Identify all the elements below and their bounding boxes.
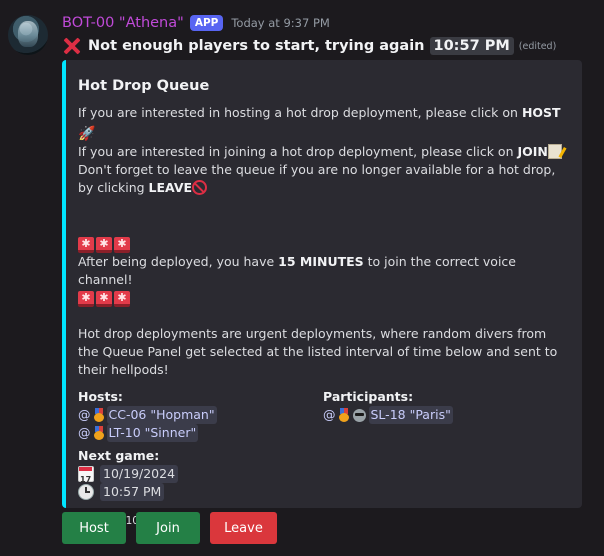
medal-icon [338,408,350,422]
message-timestamp[interactable]: Today at 9:37 PM [231,16,329,30]
deploy-text-prefix: After being deployed, you have [78,254,279,269]
rocket-icon: 🚀 [78,126,96,142]
medal-icon [93,408,105,422]
edited-label: (edited) [518,40,557,52]
siren-icon [114,235,130,253]
memo-icon [547,144,562,159]
host-button[interactable]: Host [62,512,126,544]
clock-icon [78,484,94,500]
deploy-duration: 15 MINUTES [278,254,364,269]
leave-button[interactable]: Leave [210,512,277,544]
host-keyword: HOST [521,105,561,120]
deploy-warning: After being deployed, you have 15 MINUTE… [78,253,568,289]
status-text: Not enough players to start, trying agai… [88,38,425,54]
host-instruction-text: If you are interested in hosting a hot d… [78,105,522,120]
host-mention[interactable]: LT-10 "Sinner" [106,424,199,442]
participant-mention[interactable]: SL-18 "Paris" [368,406,453,424]
siren-icon [78,235,94,253]
siren-icon [78,289,94,307]
siren-icon [96,289,112,307]
no-entry-icon [192,180,208,195]
urgent-description: Hot drop deployments are urgent deployme… [78,326,558,377]
hosts-field: Hosts: @ CC-06 "Hopman" @ LT-10 "Sinner" [78,389,323,442]
host-entry[interactable]: @ LT-10 "Sinner" [78,424,323,442]
helmet-face-icon [352,408,366,422]
status-time[interactable]: 10:57 PM [429,37,514,55]
mention-at: @ [323,407,336,422]
siren-icon [96,235,112,253]
participant-entry[interactable]: @ SL-18 "Paris" [323,406,568,424]
embed-title: Hot Drop Queue [78,78,210,94]
host-entry[interactable]: @ CC-06 "Hopman" [78,406,323,424]
next-game-label: Next game: [78,448,160,463]
leave-keyword: LEAVE [148,180,193,195]
calendar-icon [78,466,94,489]
chat-message: BOT-00 "Athena" APP Today at 9:37 PM Not… [0,0,604,556]
next-time-value[interactable]: 10:57 PM [100,483,165,501]
join-keyword: JOIN [517,144,548,159]
participants-label: Participants: [323,389,414,404]
leave-instruction: Don't forget to leave the queue if you a… [78,161,568,197]
join-instruction-text: If you are interested in joining a hot d… [78,144,518,159]
host-instruction: If you are interested in hosting a hot d… [78,104,568,143]
embed-fields: Hosts: @ CC-06 "Hopman" @ LT-10 "Sinner" P… [78,389,568,442]
host-mention[interactable]: CC-06 "Hopman" [106,406,217,424]
action-buttons: Host Join Leave [62,512,277,544]
status-line: Not enough players to start, trying agai… [62,36,556,56]
siren-icon [114,289,130,307]
hosts-label: Hosts: [78,389,123,404]
message-header: BOT-00 "Athena" APP Today at 9:37 PM [62,15,330,31]
username[interactable]: BOT-00 "Athena" [62,15,184,31]
embed-card: Hot Drop Queue If you are interested in … [62,60,582,527]
join-instruction: If you are interested in joining a hot d… [78,143,568,161]
siren-row-top [78,235,568,253]
mention-at: @ [78,407,91,422]
join-button[interactable]: Join [136,512,200,544]
embed-description: If you are interested in hosting a hot d… [78,104,568,379]
mention-at: @ [78,425,91,440]
next-date-value[interactable]: 10/19/2024 [100,465,179,483]
bot-avatar[interactable] [8,15,48,55]
medal-icon [93,426,105,440]
siren-row-bottom [78,289,568,307]
app-badge: APP [189,15,224,31]
next-game-date: 10/19/2024 [78,465,568,489]
next-game-time: 10:57 PM [78,483,568,501]
cross-mark-icon [62,36,82,56]
participants-field: Participants: @ SL-18 "Paris" [323,389,568,442]
